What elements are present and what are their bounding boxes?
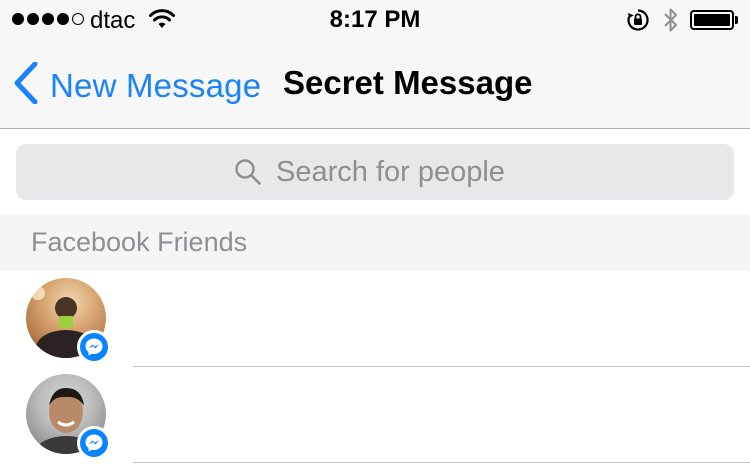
chevron-left-icon — [14, 61, 38, 109]
section-header: Facebook Friends — [0, 215, 750, 271]
friend-row[interactable] — [0, 367, 750, 463]
bluetooth-icon — [663, 7, 679, 38]
navigation-bar: New Message Secret Message — [0, 40, 750, 129]
search-icon — [234, 158, 262, 186]
search-input[interactable] — [276, 155, 516, 189]
battery-icon — [690, 10, 734, 30]
row-separator — [133, 462, 750, 463]
battery-tip — [735, 16, 738, 24]
rotation-lock-icon — [626, 8, 650, 37]
screen: dtac 8:17 PM New Message Secret Message … — [0, 0, 750, 468]
battery-level — [694, 14, 730, 26]
page-title: Secret Message — [283, 64, 533, 101]
search-container — [0, 129, 750, 215]
friend-row[interactable] — [0, 271, 750, 367]
messenger-icon — [77, 426, 111, 460]
status-bar: dtac 8:17 PM — [0, 0, 750, 40]
back-button-label: New Message — [50, 66, 262, 104]
section-title: Facebook Friends — [31, 227, 248, 257]
messenger-icon — [77, 330, 111, 364]
back-button[interactable]: New Message — [14, 61, 262, 109]
search-bar[interactable] — [16, 144, 734, 200]
